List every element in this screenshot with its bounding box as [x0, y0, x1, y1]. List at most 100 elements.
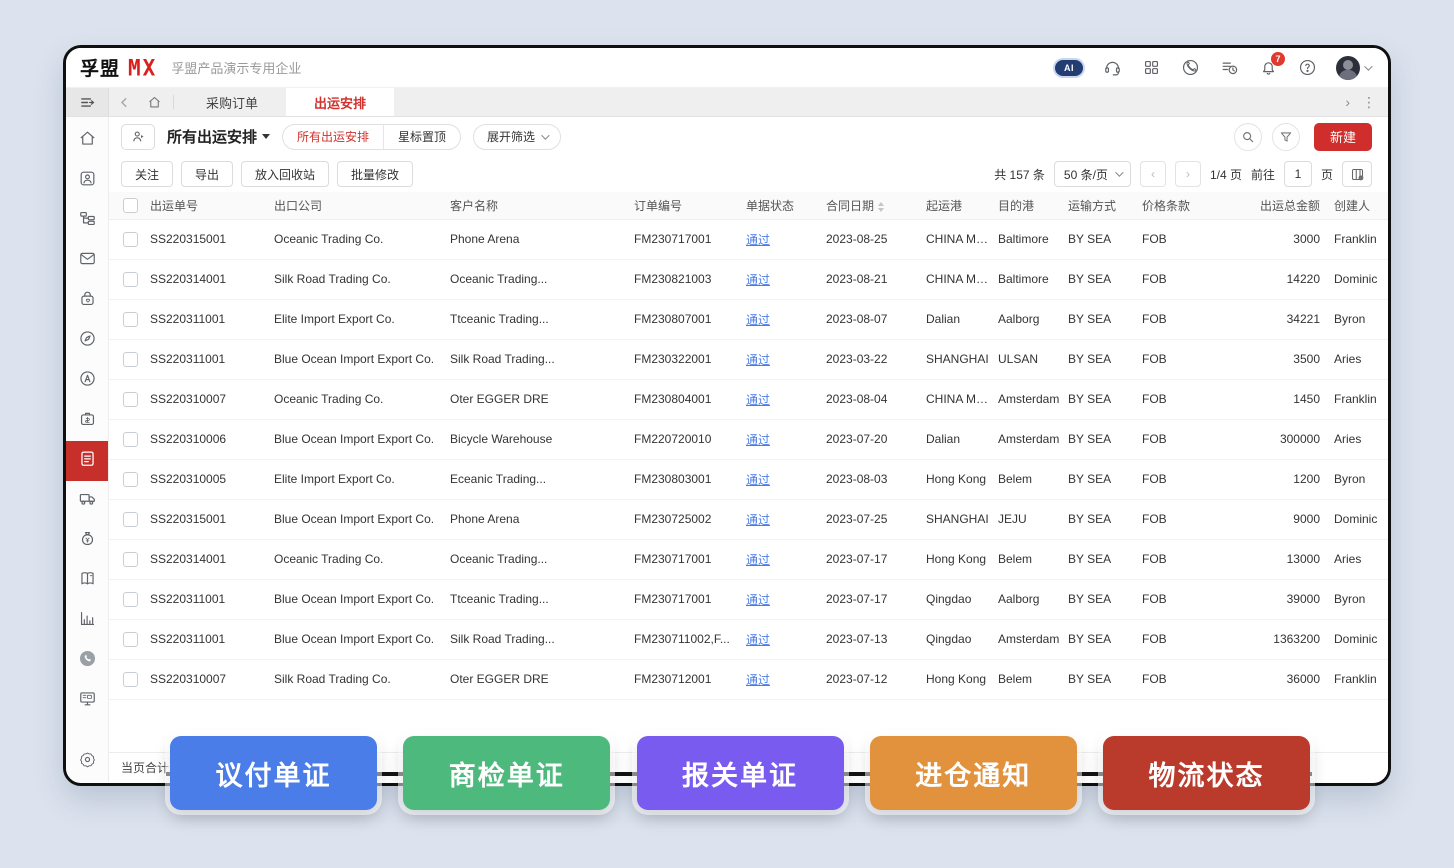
sidebar-item-org-structure[interactable]: [66, 201, 108, 241]
status-link[interactable]: 通过: [746, 273, 770, 287]
select-all-checkbox[interactable]: [123, 198, 138, 213]
filter-funnel-icon[interactable]: [1272, 123, 1300, 151]
table-row[interactable]: SS220310007Silk Road Trading Co.Oter EGG…: [109, 659, 1388, 699]
status-link[interactable]: 通过: [746, 513, 770, 527]
sidebar-item-compass[interactable]: [66, 321, 108, 361]
batch-edit-button[interactable]: 批量修改: [337, 161, 413, 187]
sidebar-item-finance-briefcase[interactable]: [66, 401, 108, 441]
column-header-2[interactable]: 出口公司: [270, 192, 446, 219]
ai-assistant-icon[interactable]: AI: [1055, 58, 1083, 78]
status-link[interactable]: 通过: [746, 593, 770, 607]
export-button[interactable]: 导出: [181, 161, 233, 187]
column-header-8[interactable]: 目的港: [994, 192, 1064, 219]
status-link[interactable]: 通过: [746, 233, 770, 247]
row-checkbox[interactable]: [123, 672, 138, 687]
workflow-button-商检单证[interactable]: 商检单证: [403, 736, 610, 810]
headset-support-icon[interactable]: [1102, 58, 1122, 78]
user-avatar[interactable]: [1336, 56, 1370, 80]
table-row[interactable]: SS220315001Oceanic Trading Co.Phone Aren…: [109, 219, 1388, 259]
tab-kebab-icon[interactable]: ⋮: [1362, 94, 1376, 111]
next-page-button[interactable]: ›: [1175, 161, 1201, 187]
sidebar-item-report-chart[interactable]: [66, 601, 108, 641]
row-checkbox[interactable]: [123, 392, 138, 407]
sidebar-item-settings-gear[interactable]: [66, 742, 108, 782]
phone-call-icon[interactable]: [1180, 58, 1200, 78]
table-row[interactable]: SS220314001Silk Road Trading Co.Oceanic …: [109, 259, 1388, 299]
table-row[interactable]: SS220310005Elite Import Export Co.Eceani…: [109, 459, 1388, 499]
column-header-6[interactable]: 合同日期: [822, 192, 922, 219]
page-size-select[interactable]: 50 条/页: [1054, 161, 1131, 187]
column-header-12[interactable]: 创建人: [1330, 192, 1388, 219]
tab-shipping-arrangement[interactable]: 出运安排: [286, 88, 394, 116]
table-row[interactable]: SS220310007Oceanic Trading Co.Oter EGGER…: [109, 379, 1388, 419]
sidebar-item-ledger-book[interactable]: [66, 561, 108, 601]
sidebar-item-home[interactable]: [66, 121, 108, 161]
status-link[interactable]: 通过: [746, 433, 770, 447]
table-row[interactable]: SS220315001Blue Ocean Import Export Co.P…: [109, 499, 1388, 539]
table-row[interactable]: SS220310006Blue Ocean Import Export Co.B…: [109, 419, 1388, 459]
column-header-10[interactable]: 价格条款: [1138, 192, 1214, 219]
table-row[interactable]: SS220311001Elite Import Export Co.Ttcean…: [109, 299, 1388, 339]
prev-page-button[interactable]: ‹: [1140, 161, 1166, 187]
table-row[interactable]: SS220311001Blue Ocean Import Export Co.S…: [109, 619, 1388, 659]
sidebar-item-contacts[interactable]: [66, 161, 108, 201]
owner-filter-button[interactable]: [121, 124, 155, 150]
sidebar-item-orders-bag[interactable]: [66, 281, 108, 321]
column-header-11[interactable]: 出运总金额: [1214, 192, 1330, 219]
segment-starred-top[interactable]: 星标置顶: [383, 125, 460, 149]
status-link[interactable]: 通过: [746, 473, 770, 487]
sidebar-item-logistics-truck[interactable]: [66, 481, 108, 521]
workflow-button-报关单证[interactable]: 报关单证: [637, 736, 844, 810]
status-link[interactable]: 通过: [746, 633, 770, 647]
sidebar-item-shipping-doc[interactable]: [66, 441, 108, 481]
row-checkbox[interactable]: [123, 232, 138, 247]
column-header-9[interactable]: 运输方式: [1064, 192, 1138, 219]
expand-filter-button[interactable]: 展开筛选: [473, 124, 561, 150]
table-row[interactable]: SS220311001Blue Ocean Import Export Co.S…: [109, 339, 1388, 379]
workflow-button-物流状态[interactable]: 物流状态: [1103, 736, 1310, 810]
search-icon[interactable]: [1234, 123, 1262, 151]
row-checkbox[interactable]: [123, 352, 138, 367]
row-checkbox[interactable]: [123, 592, 138, 607]
sidebar-item-workbench-monitor[interactable]: [66, 681, 108, 721]
help-icon[interactable]: [1297, 58, 1317, 78]
row-checkbox[interactable]: [123, 432, 138, 447]
sidebar-item-circle-a[interactable]: [66, 361, 108, 401]
view-selector[interactable]: 所有出运安排: [167, 126, 270, 147]
create-button[interactable]: 新建: [1314, 123, 1372, 151]
tab-purchase-orders[interactable]: 采购订单: [178, 88, 286, 116]
follow-button[interactable]: 关注: [121, 161, 173, 187]
row-checkbox[interactable]: [123, 472, 138, 487]
status-link[interactable]: 通过: [746, 673, 770, 687]
workflow-button-进仓通知[interactable]: 进仓通知: [870, 736, 1077, 810]
sidebar-collapse-icon[interactable]: [66, 88, 109, 116]
sort-icon[interactable]: [878, 202, 884, 212]
tab-home-icon[interactable]: [139, 88, 169, 116]
status-link[interactable]: 通过: [746, 553, 770, 567]
status-link[interactable]: 通过: [746, 353, 770, 367]
column-settings-icon[interactable]: [1342, 161, 1372, 187]
workflow-button-议付单证[interactable]: 议付单证: [170, 736, 377, 810]
tab-back-icon[interactable]: [109, 88, 139, 116]
column-header-4[interactable]: 订单编号: [630, 192, 742, 219]
table-row[interactable]: SS220311001Blue Ocean Import Export Co.T…: [109, 579, 1388, 619]
sidebar-item-mail[interactable]: [66, 241, 108, 281]
tab-scroll-right-icon[interactable]: ›: [1345, 94, 1350, 110]
sidebar-item-whatsapp[interactable]: [66, 641, 108, 681]
notification-bell-icon[interactable]: 7: [1258, 58, 1278, 78]
row-checkbox[interactable]: [123, 512, 138, 527]
status-link[interactable]: 通过: [746, 313, 770, 327]
task-history-icon[interactable]: [1219, 58, 1239, 78]
table-row[interactable]: SS220314001Oceanic Trading Co.Oceanic Tr…: [109, 539, 1388, 579]
column-header-5[interactable]: 单据状态: [742, 192, 822, 219]
row-checkbox[interactable]: [123, 552, 138, 567]
row-checkbox[interactable]: [123, 632, 138, 647]
column-header-7[interactable]: 起运港: [922, 192, 994, 219]
row-checkbox[interactable]: [123, 312, 138, 327]
segment-all-shipments[interactable]: 所有出运安排: [283, 125, 383, 149]
recycle-bin-button[interactable]: 放入回收站: [241, 161, 329, 187]
status-link[interactable]: 通过: [746, 393, 770, 407]
row-checkbox[interactable]: [123, 272, 138, 287]
goto-page-input[interactable]: [1284, 161, 1312, 187]
apps-grid-icon[interactable]: [1141, 58, 1161, 78]
